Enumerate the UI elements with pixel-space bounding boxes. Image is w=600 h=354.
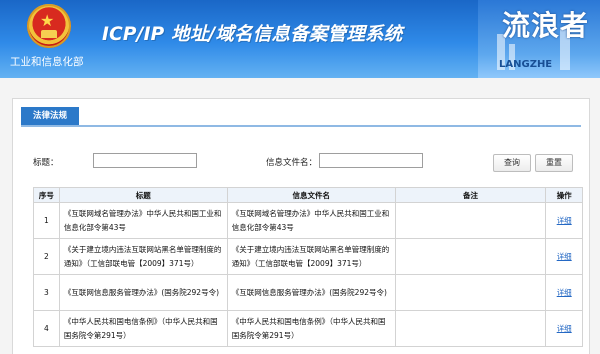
column-header-action: 操作 [545,187,583,203]
row-action: 详细 [545,310,583,347]
row-number: 1 [33,202,60,239]
system-title: ICP/IP 地址/域名信息备案管理系统 [102,24,403,45]
column-header-file-name: 信息文件名 [226,187,396,203]
row-title: 《关于建立境内违法互联网站黑名单管理制度的通知》（工信部联电管【2009】371… [58,238,228,275]
row-file-name: 《互联网信息服务管理办法》(国务院292号令) [226,274,396,311]
star-icon: ★ [40,11,55,30]
row-number: 4 [33,310,60,347]
detail-link[interactable]: 详细 [557,288,572,297]
table-row: 1 《互联网域名管理办法》中华人民共和国工业和信息化部令第43号 《互联网域名管… [33,202,583,239]
main-content: 法律法规 标题： 信息文件名： 查询 重置 序号 标题 信息文件名 备注 操作 [12,98,590,354]
table-row: 4 《中华人民共和国电信条例》（中华人民共和国国务院令第291号） 《中华人民共… [33,310,583,347]
row-number: 3 [33,274,60,311]
table-row: 3 《互联网信息服务管理办法》(国务院292号令) 《互联网信息服务管理办法》(… [33,274,583,311]
search-row: 标题： 信息文件名： 查询 重置 [33,153,573,172]
row-note [394,202,547,239]
column-header-note: 备注 [394,187,547,203]
row-note [394,274,547,311]
section-header: 法律法规 [21,99,581,127]
brand-banner: 流浪者 LANGZHE [478,0,600,78]
column-header-index: 序号 [33,187,60,203]
row-note [394,238,547,275]
row-action: 详细 [545,238,583,275]
detail-link[interactable]: 详细 [557,216,572,225]
table-header-row: 序号 标题 信息文件名 备注 操作 [33,187,583,203]
tab-laws-regulations[interactable]: 法律法规 [21,107,79,125]
query-button[interactable]: 查询 [493,154,531,172]
table-row: 2 《关于建立境内违法互联网站黑名单管理制度的通知》（工信部联电管【2009】3… [33,238,583,275]
national-emblem-icon: ★ [27,4,71,48]
reset-button[interactable]: 重置 [535,154,573,172]
app-header: ★ 工业和信息化部 ICP/IP 地址/域名信息备案管理系统 流浪者 LANGZ… [0,0,600,78]
row-title: 《互联网域名管理办法》中华人民共和国工业和信息化部令第43号 [58,202,228,239]
row-file-name: 《中华人民共和国电信条例》（中华人民共和国国务院令第291号） [226,310,396,347]
detail-link[interactable]: 详细 [557,252,572,261]
ministry-name: 工业和信息化部 [10,56,84,68]
row-file-name: 《互联网域名管理办法》中华人民共和国工业和信息化部令第43号 [226,202,396,239]
regulations-table: 序号 标题 信息文件名 备注 操作 1 《互联网域名管理办法》中华人民共和国工业… [33,187,583,347]
detail-link[interactable]: 详细 [557,324,572,333]
row-title: 《中华人民共和国电信条例》（中华人民共和国国务院令第291号） [58,310,228,347]
brand-logo: 流浪者 [501,9,589,42]
brand-mark: LANGZHE [499,59,553,70]
file-name-label: 信息文件名： [266,158,318,168]
file-name-search-input[interactable] [319,153,423,168]
row-action: 详细 [545,202,583,239]
row-title: 《互联网信息服务管理办法》(国务院292号令) [58,274,228,311]
column-header-title: 标题 [58,187,228,203]
title-search-input[interactable] [93,153,197,168]
gate-icon [41,30,57,38]
row-note [394,310,547,347]
row-number: 2 [33,238,60,275]
title-label: 标题： [33,158,59,168]
row-action: 详细 [545,274,583,311]
row-file-name: 《关于建立境内违法互联网站黑名单管理制度的通知》（工信部联电管【2009】371… [226,238,396,275]
